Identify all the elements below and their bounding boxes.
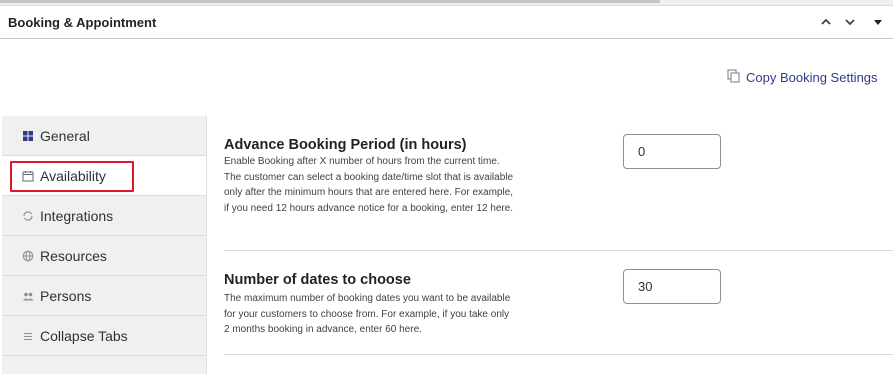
- tab-persons[interactable]: Persons: [2, 276, 206, 316]
- caret-down-icon[interactable]: [868, 12, 888, 32]
- advance-booking-title: Advance Booking Period (in hours): [224, 137, 467, 153]
- advance-booking-input[interactable]: [623, 134, 721, 169]
- calendar-icon: [22, 170, 34, 182]
- grid-icon: [22, 130, 34, 142]
- tab-availability-label: Availability: [40, 167, 106, 184]
- people-icon: [22, 290, 34, 302]
- tab-collapse-tabs-label: Collapse Tabs: [40, 327, 128, 344]
- panel-header: Booking & Appointment: [0, 6, 893, 39]
- panel-title: Booking & Appointment: [8, 15, 157, 30]
- copy-icon: [727, 69, 740, 86]
- sync-icon: [22, 210, 34, 222]
- chevron-down-icon[interactable]: [840, 12, 860, 32]
- copy-booking-settings-link[interactable]: Copy Booking Settings: [727, 69, 878, 86]
- advance-booking-description: Enable Booking after X number of hours f…: [224, 156, 514, 214]
- tab-resources-label: Resources: [40, 247, 107, 264]
- tab-resources[interactable]: Resources: [2, 236, 206, 276]
- number-of-dates-input[interactable]: [623, 269, 721, 304]
- tab-integrations-label: Integrations: [40, 207, 114, 224]
- menu-icon: [22, 330, 34, 342]
- setting-divider: [224, 250, 893, 251]
- tab-general-label: General: [40, 127, 90, 144]
- tab-collapse-tabs[interactable]: Collapse Tabs: [2, 316, 206, 356]
- number-of-dates-description: The maximum number of booking dates you …: [224, 293, 511, 336]
- copy-booking-settings-label: Copy Booking Settings: [746, 70, 878, 85]
- tab-persons-label: Persons: [40, 287, 92, 304]
- tab-availability[interactable]: Availability: [2, 156, 206, 196]
- setting-divider: [224, 354, 893, 355]
- chevron-up-icon[interactable]: [816, 12, 836, 32]
- number-of-dates-title: Number of dates to choose: [224, 272, 411, 288]
- settings-sidebar: General Availability Integrations Resour…: [2, 116, 207, 374]
- globe-icon: [22, 250, 34, 262]
- tab-integrations[interactable]: Integrations: [2, 196, 206, 236]
- top-strip-bar: [0, 0, 660, 3]
- tab-general[interactable]: General: [2, 116, 206, 156]
